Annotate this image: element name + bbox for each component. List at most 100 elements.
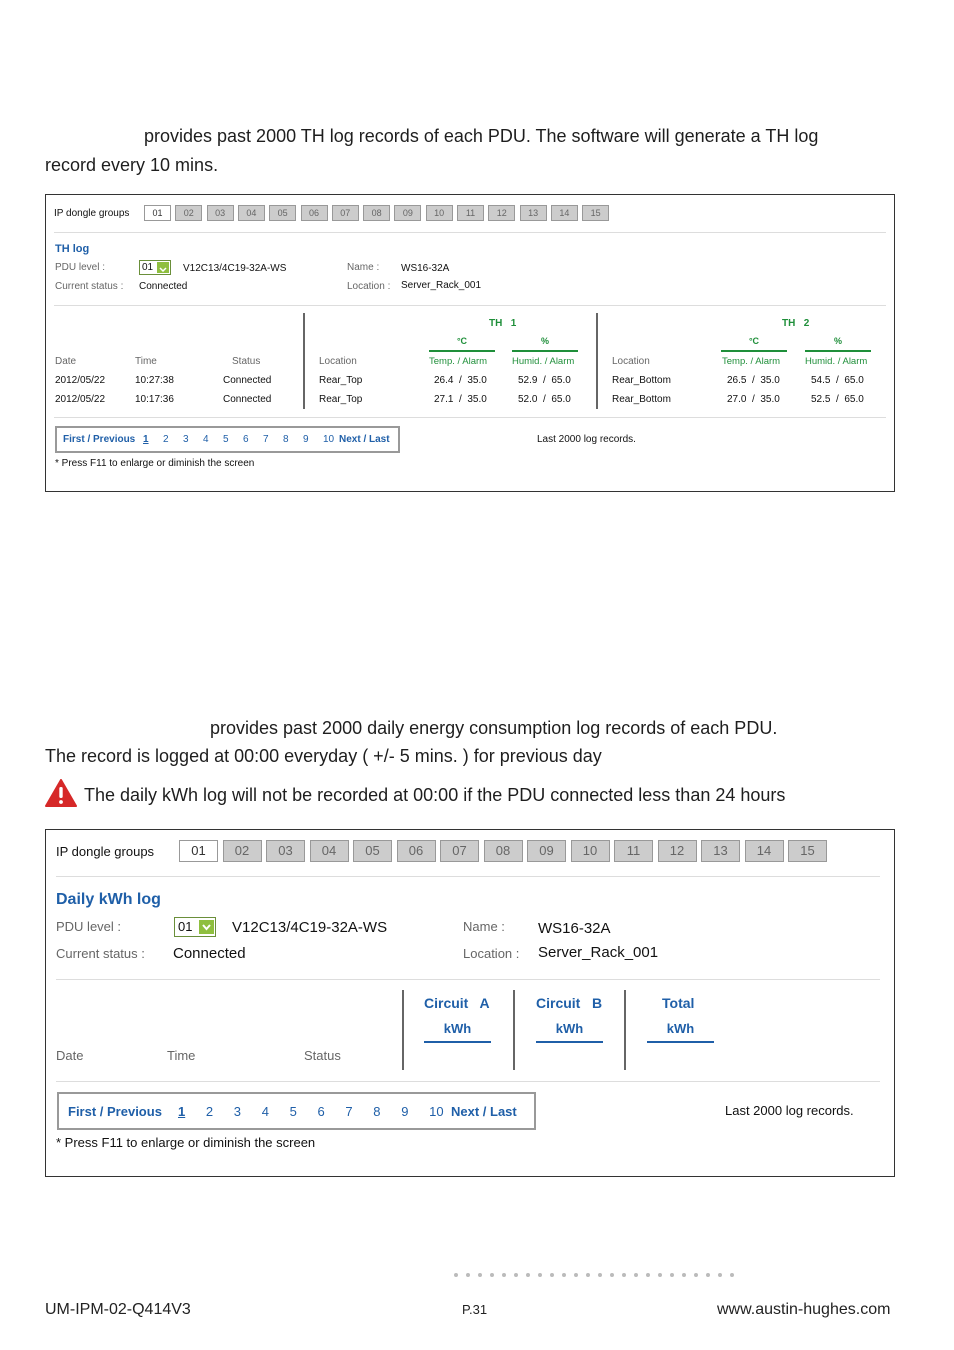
group-tab-05[interactable]: 05 xyxy=(353,840,392,862)
group-tab-08[interactable]: 08 xyxy=(363,205,391,221)
status-value: Connected xyxy=(139,281,188,292)
group-tab-02[interactable]: 02 xyxy=(222,840,262,862)
page-link-9[interactable]: 9 xyxy=(303,434,309,445)
kwh-pager: First / Previous 1 2 3 4 5 6 7 8 9 10 Next / Last xyxy=(57,1092,536,1130)
page-link-8[interactable]: 8 xyxy=(373,1104,380,1119)
th-intro-line1: provides past 2000 TH log records of eac… xyxy=(144,126,819,146)
ip-dongle-groups-label: IP dongle groups xyxy=(54,208,130,219)
page-link-1[interactable]: 1 xyxy=(143,434,149,445)
col-status: Status xyxy=(304,1048,341,1063)
group-tab-12[interactable]: 12 xyxy=(488,205,516,221)
th1-unit-pct: % xyxy=(540,336,549,346)
row-humid-1: 52.9 / 65.0 xyxy=(518,375,571,386)
row-temp-1: 26.4 / 35.0 xyxy=(434,375,487,386)
row-temp-2: 26.5 / 35.0 xyxy=(727,375,780,386)
chevron-down-icon xyxy=(157,262,169,273)
pager-next-last[interactable]: Next / Last xyxy=(451,1104,517,1119)
group-tab-01[interactable]: 01 xyxy=(179,840,218,862)
page-link-4[interactable]: 4 xyxy=(262,1104,269,1119)
col-date: Date xyxy=(55,356,77,367)
page-link-4[interactable]: 4 xyxy=(203,434,209,445)
group-tab-08[interactable]: 08 xyxy=(483,840,523,862)
location-value: Server_Rack_001 xyxy=(538,944,659,961)
name-label: Name : xyxy=(347,262,380,273)
pdu-level-label: PDU level : xyxy=(55,262,106,273)
kwh-intro-line1: provides past 2000 daily energy consumpt… xyxy=(210,718,778,738)
group-tab-10[interactable]: 10 xyxy=(425,205,453,221)
group-tab-09[interactable]: 09 xyxy=(527,840,566,862)
group-tab-04[interactable]: 04 xyxy=(309,840,349,862)
col-humid-1: Humid. / Alarm xyxy=(512,356,575,367)
page-link-2[interactable]: 2 xyxy=(206,1104,213,1119)
kwh-log-panel: IP dongle groups 01 02 03 04 05 06 07 08 09 10 11 1… xyxy=(45,829,895,1177)
pager-next-last[interactable]: Next / Last xyxy=(339,434,390,445)
th-intro-line2: record every 10 mins. xyxy=(45,155,219,175)
page-link-3[interactable]: 3 xyxy=(234,1104,241,1119)
th2-unit-pct: % xyxy=(833,336,842,346)
row-location-2: Rear_Bottom xyxy=(612,375,671,386)
group-tab-13[interactable]: 13 xyxy=(701,840,740,862)
group-tab-06[interactable]: 06 xyxy=(396,840,436,862)
group-tab-11[interactable]: 11 xyxy=(614,840,653,862)
warning-text: The daily kWh log will not be recorded a… xyxy=(84,785,786,805)
th2-unit-c: °C xyxy=(748,336,760,346)
warning-icon xyxy=(45,779,77,812)
page-link-1[interactable]: 1 xyxy=(178,1104,185,1119)
group-tab-03[interactable]: 03 xyxy=(206,205,234,221)
row-date: 2012/05/22 xyxy=(55,375,106,386)
page-link-2[interactable]: 2 xyxy=(163,434,169,445)
group-tab-05[interactable]: 05 xyxy=(269,205,297,221)
group-tab-07[interactable]: 07 xyxy=(331,205,359,221)
row-time: 10:17:36 xyxy=(135,394,174,405)
group-tab-14[interactable]: 14 xyxy=(744,840,784,862)
location-label: Location : xyxy=(463,946,520,961)
page-link-10[interactable]: 10 xyxy=(323,434,334,445)
group-tab-09[interactable]: 09 xyxy=(394,205,422,221)
status-label: Current status : xyxy=(55,281,124,292)
row-humid-2: 54.5 / 65.0 xyxy=(811,375,864,386)
pdu-level-select[interactable]: 01 xyxy=(139,260,171,275)
kwh-log-title: Daily kWh log xyxy=(56,891,161,908)
row-status: Connected xyxy=(223,375,272,386)
pdu-level-select[interactable]: 01 xyxy=(174,917,216,937)
pdu-level-label: PDU level : xyxy=(56,919,122,934)
group-tab-07[interactable]: 07 xyxy=(440,840,479,862)
row-date: 2012/05/22 xyxy=(55,394,106,405)
f11-note: * Press F11 to enlarge or diminish the s… xyxy=(55,458,255,469)
group-tab-11[interactable]: 11 xyxy=(457,205,484,221)
page-link-7[interactable]: 7 xyxy=(263,434,269,445)
group-tab-04[interactable]: 04 xyxy=(237,205,265,221)
col-status: Status xyxy=(232,356,261,367)
group-tab-06[interactable]: 06 xyxy=(300,205,328,221)
location-label: Location : xyxy=(347,281,391,292)
page-link-6[interactable]: 6 xyxy=(243,434,249,445)
unit-b: kWh xyxy=(555,1021,584,1036)
name-value: WS16-32A xyxy=(401,263,450,274)
page-link-5[interactable]: 5 xyxy=(290,1104,297,1119)
group-tab-02[interactable]: 02 xyxy=(175,205,203,221)
pager-first-previous[interactable]: First / Previous xyxy=(63,434,135,445)
pager-first-previous[interactable]: First / Previous xyxy=(68,1104,162,1119)
page-link-3[interactable]: 3 xyxy=(183,434,189,445)
circuit-b-header: Circuit B xyxy=(536,995,603,1011)
page-link-5[interactable]: 5 xyxy=(223,434,229,445)
unit-a: kWh xyxy=(443,1021,472,1036)
page-link-9[interactable]: 9 xyxy=(401,1104,408,1119)
group-tab-03[interactable]: 03 xyxy=(266,840,305,862)
th-log-title: TH log xyxy=(55,243,90,255)
group-tab-12[interactable]: 12 xyxy=(657,840,697,862)
group-tab-10[interactable]: 10 xyxy=(570,840,610,862)
group-tab-13[interactable]: 13 xyxy=(519,205,547,221)
page-link-7[interactable]: 7 xyxy=(345,1104,352,1119)
page-link-8[interactable]: 8 xyxy=(283,434,289,445)
row-temp-1: 27.1 / 35.0 xyxy=(434,394,487,405)
row-humid-2: 52.5 / 65.0 xyxy=(811,394,864,405)
group-tab-14[interactable]: 14 xyxy=(550,205,578,221)
records-note: Last 2000 log records. xyxy=(725,1103,854,1118)
page-link-10[interactable]: 10 xyxy=(429,1104,443,1119)
page-link-6[interactable]: 6 xyxy=(318,1104,325,1119)
group-tab-15[interactable]: 15 xyxy=(788,840,827,862)
ip-dongle-groups-label: IP dongle groups xyxy=(56,844,155,859)
group-tab-15[interactable]: 15 xyxy=(582,205,610,221)
group-tab-01[interactable]: 01 xyxy=(144,205,171,221)
